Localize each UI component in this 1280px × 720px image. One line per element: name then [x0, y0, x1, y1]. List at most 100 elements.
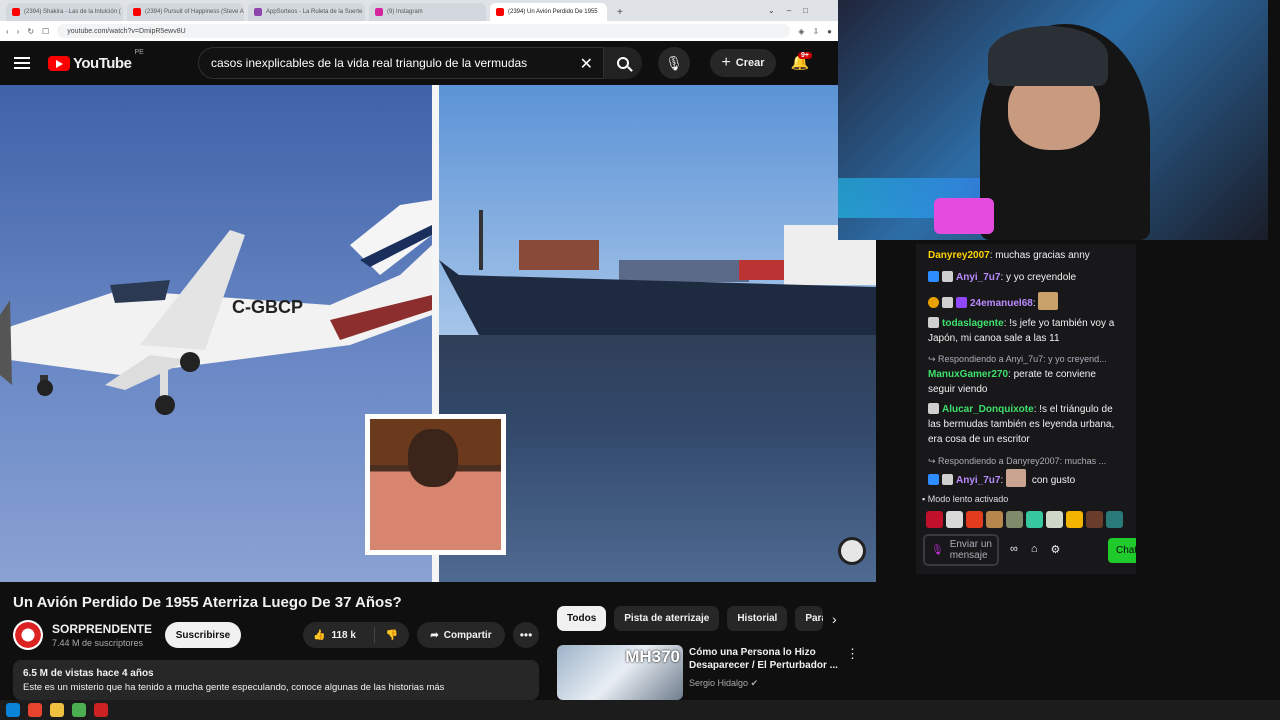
emote-icon[interactable] — [1066, 511, 1083, 528]
browser-tab-active[interactable]: (2394) Un Avión Perdido De 1955 — [490, 3, 607, 21]
chip-runway[interactable]: Pista de aterrizaje — [614, 606, 720, 631]
store-icon[interactable]: ⌂ — [1031, 543, 1038, 556]
share-button[interactable]: ➦ Compartir — [417, 622, 505, 648]
emote-icon[interactable] — [1086, 511, 1103, 528]
youtube-logo[interactable]: YouTube PE — [48, 49, 144, 72]
chevron-right-icon[interactable]: › — [832, 611, 837, 627]
emote-icon[interactable] — [1026, 511, 1043, 528]
emote-icon[interactable] — [1046, 511, 1063, 528]
microphone-icon[interactable]: 🎙 — [931, 545, 944, 556]
search-input[interactable]: casos inexplicables de la vida real tria… — [198, 47, 604, 79]
subscribe-button[interactable]: Suscribirse — [165, 622, 241, 648]
forward-icon[interactable]: › — [17, 27, 20, 36]
clear-search-icon[interactable]: ✕ — [580, 54, 593, 74]
bits-icon[interactable]: ∞ — [1010, 543, 1018, 556]
chrome-icon[interactable] — [72, 703, 86, 717]
chat-username[interactable]: todaslagente — [942, 318, 1004, 329]
browser-tab[interactable]: (2394) Shakira - Las de la Intuición ( — [6, 3, 123, 21]
microphone — [934, 198, 994, 234]
chat-message: ↪ Respondiendo a Danyrey2007: muchas ...… — [928, 454, 1124, 488]
back-icon[interactable]: ‹ — [6, 27, 9, 36]
notification-count-badge: 9+ — [798, 52, 812, 59]
reply-context[interactable]: ↪ Respondiendo a Danyrey2007: muchas ... — [928, 454, 1124, 469]
emote-icon[interactable] — [926, 511, 943, 528]
plus-icon: + — [721, 54, 731, 71]
share-label: Compartir — [443, 629, 492, 641]
video-title: Un Avión Perdido De 1955 Aterriza Luego … — [13, 594, 402, 611]
browser-tab-bar: (2394) Shakira - Las de la Intuición ( (… — [0, 0, 838, 21]
tab-label: AppSorteos - La Ruleta de la Suerte — [266, 9, 363, 15]
channel-avatar[interactable] — [13, 620, 43, 650]
tab-label: (9) Instagram — [387, 9, 423, 15]
browser-tab[interactable]: (9) Instagram — [369, 3, 486, 21]
create-button[interactable]: + Crear — [710, 49, 776, 77]
youtube-favicon-icon — [12, 8, 20, 16]
streamer-cap — [988, 26, 1108, 86]
like-dislike-group: 👍 118 k 👎 — [303, 622, 409, 648]
new-tab-button[interactable]: + — [611, 7, 629, 21]
reply-context[interactable]: ↪ Respondiendo a Anyi_7u7: y yo creyend.… — [928, 352, 1124, 367]
search-button[interactable] — [604, 47, 642, 79]
maximize-icon[interactable]: □ — [803, 6, 808, 15]
settings-gear-icon[interactable]: ⚙ — [1051, 543, 1061, 556]
recommendation-channel[interactable]: Sergio Hidalgo ✔ — [689, 678, 758, 689]
minimize-icon[interactable]: – — [787, 6, 791, 15]
more-icon: ••• — [519, 628, 533, 642]
logo-text: YouTube — [73, 54, 132, 72]
dislike-button[interactable]: 👎 — [375, 630, 409, 641]
brave-icon[interactable] — [28, 703, 42, 717]
country-code: PE — [134, 48, 144, 56]
chat-username[interactable]: Alucar_Donquixote — [942, 404, 1034, 415]
extension-icon[interactable]: ◈ — [798, 27, 804, 36]
chip-for-you[interactable]: Para ti — [795, 606, 824, 631]
sub-badge-icon — [928, 317, 939, 328]
emote-icon[interactable] — [1106, 511, 1123, 528]
slow-mode-icon: ▪ — [922, 494, 926, 504]
recommendation-title[interactable]: Cómo una Persona lo Hizo Desaparecer / E… — [689, 646, 841, 672]
recommendation-thumbnail[interactable]: MH370 — [557, 645, 683, 700]
url-field[interactable]: youtube.com/watch?v=DmipR5ewv8U — [57, 24, 791, 38]
create-label: Crear — [735, 57, 765, 69]
share-icon: ➦ — [430, 629, 439, 641]
browser-tab[interactable]: (2394) Pursuit of Happiness (Steve A — [127, 3, 244, 21]
reload-icon[interactable]: ↻ — [27, 27, 34, 36]
voice-search-button[interactable]: 🎙 — [658, 47, 690, 79]
tab-label: (2394) Shakira - Las de la Intuición ( — [24, 9, 121, 15]
emote-icon[interactable] — [946, 511, 963, 528]
related-chips: Todos Pista de aterrizaje Historial Para… — [557, 606, 824, 631]
edge-icon[interactable] — [6, 703, 20, 717]
sub-badge-icon — [928, 403, 939, 414]
chat-input[interactable]: 🎙 Enviar un mensaje — [923, 534, 999, 566]
channel-watermark-icon[interactable] — [838, 537, 866, 565]
bookmark-icon[interactable]: ☐ — [42, 27, 49, 36]
chat-username[interactable]: Anyi_7u7 — [956, 475, 1000, 486]
profile-icon[interactable]: ● — [827, 27, 832, 36]
chat-username[interactable]: 24emanuel68 — [970, 298, 1033, 309]
chip-history[interactable]: Historial — [727, 606, 788, 631]
sub-badge-icon — [942, 297, 953, 308]
chat-username[interactable]: Danyrey2007 — [928, 250, 990, 261]
emote-icon[interactable] — [966, 511, 983, 528]
chat-send-button[interactable]: Chat — [1108, 538, 1136, 563]
tab-search-icon[interactable]: ⌄ — [768, 6, 775, 15]
description-box[interactable]: 6.5 M de vistas hace 4 años Este es un m… — [13, 660, 539, 700]
emote-icon[interactable] — [986, 511, 1003, 528]
folder-icon[interactable] — [50, 703, 64, 717]
gift-badge-icon — [928, 297, 939, 308]
browser-tab[interactable]: AppSorteos - La Ruleta de la Suerte — [248, 3, 365, 21]
more-actions-button[interactable]: ••• — [513, 622, 539, 648]
microphone-icon: 🎙 — [665, 54, 683, 71]
like-button[interactable]: 👍 118 k — [303, 627, 375, 643]
emote-icon[interactable] — [1006, 511, 1023, 528]
app-icon[interactable] — [94, 703, 108, 717]
thumbs-down-icon: 👎 — [385, 629, 399, 641]
hamburger-menu-icon[interactable] — [14, 57, 30, 69]
downloads-icon[interactable]: ⇩ — [812, 27, 819, 36]
chat-username[interactable]: ManuxGamer270 — [928, 369, 1008, 380]
channel-name[interactable]: SORPRENDENTE — [52, 622, 152, 636]
chip-all[interactable]: Todos — [557, 606, 607, 631]
chat-username[interactable]: Anyi_7u7 — [956, 272, 1000, 283]
video-player[interactable]: C-GBCP — [0, 85, 876, 582]
sub-badge-icon — [942, 474, 953, 485]
recommendation-menu-icon[interactable]: ⋮ — [846, 646, 859, 662]
